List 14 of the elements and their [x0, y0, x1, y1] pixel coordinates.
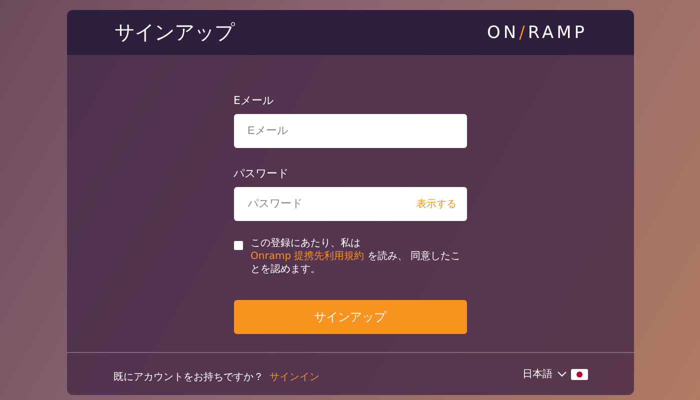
page-title: サインアップ	[114, 19, 234, 46]
show-password-button[interactable]: 表示する	[416, 197, 456, 211]
email-field[interactable]: Eメール	[234, 114, 466, 148]
terms-link[interactable]: Onramp 提携先利用規約	[250, 251, 364, 262]
checkbox[interactable]	[234, 241, 242, 250]
field-label: Eメール	[234, 93, 274, 108]
flag-icon	[570, 368, 588, 380]
logo: ON/RAMP	[486, 22, 588, 42]
terms-text: この登録にあたり、私は Onramp 提携先利用規約 を読み、 同意したことを認めます。	[250, 237, 462, 276]
account-question: 既にアカウントをお持ちですか？	[114, 372, 264, 382]
signin-link[interactable]: サインイン	[270, 372, 320, 382]
language-selector[interactable]: 日本語	[522, 367, 588, 381]
chevron-down-icon	[556, 371, 566, 377]
field-label: パスワード	[234, 166, 290, 181]
